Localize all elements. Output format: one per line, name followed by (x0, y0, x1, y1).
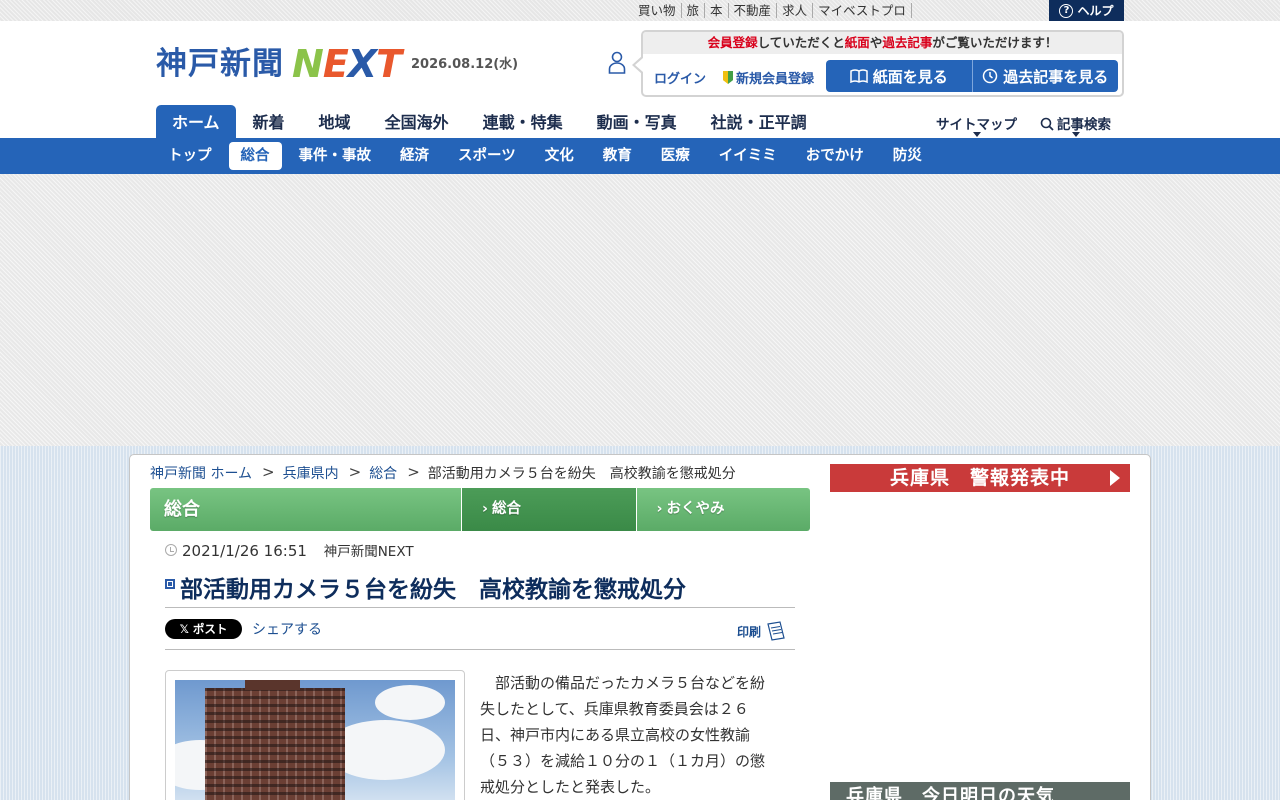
main-nav-editorial[interactable]: 社説・正平調 (694, 105, 824, 138)
breadcrumb-separator: > (407, 463, 420, 481)
view-paper-button[interactable]: 紙面を見る (826, 60, 972, 92)
category-tab-obituaries[interactable]: おくやみ (635, 488, 810, 531)
sub-nav-economy[interactable]: 経済 (388, 142, 441, 170)
sub-nav-disaster[interactable]: 防災 (881, 142, 934, 170)
main-nav-region[interactable]: 地域 (302, 105, 368, 138)
arrow-right-icon (1110, 470, 1120, 486)
breadcrumb-current: 部活動用カメラ５台を紛失 高校教諭を懲戒処分 (427, 466, 736, 482)
user-icon[interactable] (608, 51, 626, 75)
utility-link-shopping[interactable]: 買い物 (633, 3, 682, 18)
print-icon (767, 621, 785, 641)
chevron-down-icon (1071, 132, 1080, 137)
x-logo-icon: 𝕏 (179, 622, 189, 636)
sub-nav-sports[interactable]: スポーツ (446, 142, 528, 170)
current-date: 2026.08.12(水) (411, 57, 519, 72)
sub-nav: トップ 総合 事件・事故 経済 スポーツ 文化 教育 医療 イイミミ おでかけ … (0, 138, 1280, 174)
breadcrumb-general[interactable]: 総合 (369, 463, 397, 483)
login-link[interactable]: ログイン (654, 68, 706, 87)
logo-kanji: 神戸新聞 (156, 46, 284, 82)
sub-nav-culture[interactable]: 文化 (533, 142, 586, 170)
sub-nav-incidents[interactable]: 事件・事故 (287, 142, 384, 170)
utility-link-travel[interactable]: 旅 (682, 3, 706, 18)
headline-bullet-icon (165, 579, 175, 589)
divider (165, 607, 795, 608)
utility-link-mybestpro[interactable]: マイベストプロ (813, 3, 912, 18)
utility-link-realestate[interactable]: 不動産 (729, 3, 778, 18)
member-action-buttons: 紙面を見る 過去記事を見る (826, 60, 1118, 92)
chevron-down-icon (972, 132, 981, 137)
breadcrumb: 神戸新聞 ホーム > 兵庫県内 > 総合 > 部活動用カメラ５台を紛失 高校教諭… (150, 463, 736, 483)
sub-nav-general[interactable]: 総合 (228, 142, 282, 170)
weather-alert-banner[interactable]: 兵庫県 警報発表中 (830, 464, 1130, 492)
help-label: ヘルプ (1077, 4, 1114, 18)
logo-next: NEXT (292, 42, 402, 86)
search-icon (1040, 117, 1054, 131)
article-source: 神戸新聞NEXT (323, 544, 414, 560)
sub-nav-education[interactable]: 教育 (591, 142, 644, 170)
sitemap-link[interactable]: サイトマップ (936, 113, 1017, 137)
member-box: 会員登録していただくと紙面や過去記事がご覧いただけます！ ログイン 新規会員登録… (632, 30, 1124, 97)
sub-nav-outing[interactable]: おでかけ (794, 142, 876, 170)
divider (165, 649, 795, 650)
main-nav-video[interactable]: 動画・写真 (580, 105, 694, 138)
book-icon (849, 69, 868, 83)
main-nav-latest[interactable]: 新着 (236, 105, 302, 138)
share-link[interactable]: シェアする (252, 619, 322, 639)
sub-nav-iimimi[interactable]: イイミミ (707, 142, 789, 170)
article-meta: 2021/1/26 16:51 神戸新聞NEXT (182, 540, 414, 560)
breadcrumb-separator: > (262, 463, 275, 481)
building-image (205, 680, 345, 800)
sub-nav-top[interactable]: トップ (156, 142, 224, 170)
category-bar: 総合 総合 おくやみ (150, 488, 810, 531)
help-button[interactable]: ? ヘルプ (1049, 0, 1124, 21)
category-title: 総合 (150, 488, 461, 531)
ad-area (0, 174, 1280, 446)
main-nav: ホーム 新着 地域 全国海外 連載・特集 動画・写真 社説・正平調 (156, 105, 824, 138)
breadcrumb-separator: > (348, 463, 362, 481)
utility-link-jobs[interactable]: 求人 (777, 3, 814, 18)
register-link[interactable]: 新規会員登録 (723, 68, 814, 87)
utility-links: 買い物 旅 本 不動産 求人 マイベストプロ (633, 3, 912, 18)
main-nav-home[interactable]: ホーム (156, 105, 236, 138)
article-search-link[interactable]: 記事検索 (1040, 113, 1111, 137)
x-post-button[interactable]: 𝕏 ポスト (165, 619, 242, 639)
article-datetime: 2021/1/26 16:51 (182, 542, 307, 560)
article-photo[interactable] (175, 680, 455, 800)
site-logo[interactable]: 神戸新聞 NEXT (156, 38, 402, 86)
breadcrumb-home[interactable]: 神戸新聞 ホーム (150, 463, 252, 483)
main-nav-national[interactable]: 全国海外 (368, 105, 466, 138)
clock-icon (982, 68, 998, 84)
clock-icon (165, 544, 177, 556)
article-body: 部活動の備品だったカメラ５台などを紛 失したとして、兵庫県教育委員会は２６ 日、… (480, 674, 766, 796)
article-headline: 部活動用カメラ５台を紛失 高校教諭を懲戒処分 (180, 577, 686, 603)
member-message: 会員登録していただくと紙面や過去記事がご覧いただけます！ (643, 32, 1122, 54)
breadcrumb-hyogo[interactable]: 兵庫県内 (283, 463, 339, 483)
print-link[interactable]: 印刷 (737, 621, 787, 641)
main-nav-series[interactable]: 連載・特集 (466, 105, 580, 138)
view-archive-button[interactable]: 過去記事を見る (971, 60, 1119, 92)
question-icon: ? (1059, 3, 1074, 18)
category-tab-general[interactable]: 総合 (461, 488, 636, 531)
utility-link-books[interactable]: 本 (705, 3, 729, 18)
sub-nav-medical[interactable]: 医療 (649, 142, 702, 170)
beginner-mark-icon (723, 71, 733, 84)
weather-forecast-header[interactable]: 兵庫県 今日明日の天気 (830, 782, 1130, 800)
